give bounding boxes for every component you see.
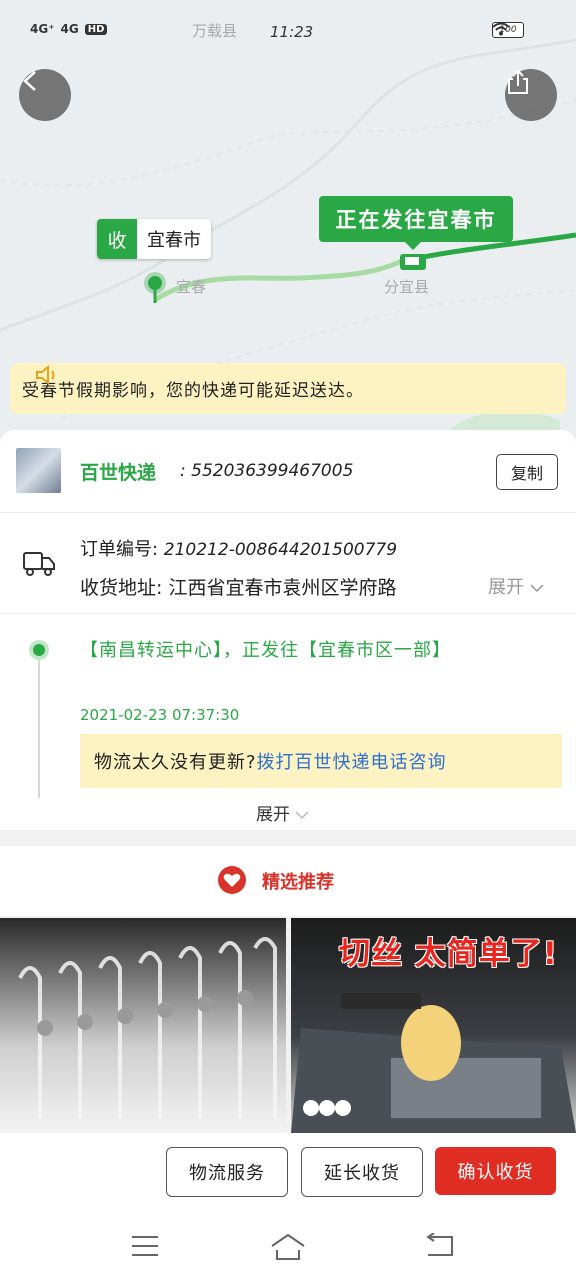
share-icon: [508, 69, 528, 94]
tracking-number: : 552036399467005: [180, 461, 353, 481]
map-label-wanzai: 万载县: [192, 22, 238, 40]
menu-icon[interactable]: [130, 1233, 160, 1259]
route-status-bubble: 正在发往宜春市: [319, 196, 513, 250]
destination-key: 收: [97, 219, 137, 259]
heart-shape: [223, 873, 241, 887]
address-expand-label: 展开: [488, 577, 524, 598]
destination-tag: 收 宜春市: [97, 219, 211, 259]
clock: 11:23: [270, 23, 314, 41]
wifi-icon: [492, 22, 510, 36]
signal-4g-plus: 4G⁺: [30, 22, 55, 36]
recommend-header: 精选推荐: [0, 846, 576, 916]
call-carrier-link[interactable]: 拨打百世快递电话咨询: [257, 748, 447, 774]
hint-text: 物流太久没有更新?: [94, 752, 257, 773]
shipment-card: 百世快递 : 552036399467005 复制 订单编号: 210212-0…: [0, 430, 576, 830]
home-icon[interactable]: [270, 1233, 306, 1261]
signal-4g: 4G: [60, 22, 79, 36]
carrier-name: 百世快递: [80, 462, 157, 484]
logistics-map[interactable]: 4G⁺ 4G HD 11:23 100 万载县 宜春 分宜县 收 宜春市 正在发…: [0, 0, 576, 460]
tracking-timeline-line: [38, 660, 40, 798]
destination-city: 宜春市: [137, 219, 211, 259]
share-button[interactable]: [505, 69, 557, 121]
no-update-hint: 物流太久没有更新? 拨打百世快递电话咨询: [80, 734, 562, 788]
tracking-number-value: 552036399467005: [191, 461, 354, 481]
map-label-yichun: 宜春: [176, 278, 207, 296]
extend-receipt-button[interactable]: 延长收货: [301, 1147, 423, 1197]
order-number-value: 210212-008644201500779: [163, 540, 398, 560]
chevron-left-icon: [23, 71, 36, 91]
product-thumbnail[interactable]: [16, 448, 61, 493]
tracking-expand-button[interactable]: 展开: [256, 800, 309, 825]
address-expand-button[interactable]: 展开: [488, 573, 544, 599]
chevron-down-icon: [295, 811, 309, 820]
tracking-expand-label: 展开: [256, 805, 290, 825]
slicer-caption: 切丝 太简单了!: [339, 936, 558, 972]
holiday-notice: 受春节假期影响，您的快递可能延迟送达。: [10, 363, 566, 414]
order-label: 订单编号:: [80, 539, 164, 560]
network-indicators: 4G⁺ 4G HD: [30, 22, 108, 36]
recommend-title: 精选推荐: [262, 872, 334, 893]
speaker-icon: [36, 364, 55, 386]
delivery-address: 收货地址: 江西省宜春市袁州区学府路: [80, 573, 396, 600]
hanger-product-image: [18, 937, 277, 1118]
tracking-prefix: :: [180, 461, 192, 481]
carrier-row: 百世快递 : 552036399467005 复制: [0, 430, 576, 513]
system-nav-bar: [0, 1215, 576, 1280]
truck-icon: [23, 552, 55, 576]
product-card-slicer[interactable]: 切丝 太简单了!: [291, 918, 576, 1133]
order-number: 订单编号: 210212-008644201500779: [80, 535, 397, 561]
latest-tracking-time: 2021-02-23 07:37:30: [80, 706, 240, 724]
product-card-hangers[interactable]: [0, 918, 286, 1133]
confirm-receipt-button[interactable]: 确认收货: [435, 1147, 556, 1195]
map-label-fenyi: 分宜县: [384, 278, 430, 296]
copy-button[interactable]: 复制: [496, 454, 558, 490]
action-bar: 物流服务 延长收货 确认收货: [0, 1133, 576, 1215]
status-bar: 4G⁺ 4G HD 11:23 100: [0, 0, 576, 64]
back-button[interactable]: [19, 69, 71, 121]
address-value: 江西省宜春市袁州区学府路: [168, 577, 397, 599]
back-nav-icon[interactable]: [424, 1233, 454, 1259]
chevron-down-icon: [530, 584, 544, 593]
latest-tracking-event: 【南昌转运中心】，正发往【宜春市区一部】: [80, 640, 451, 661]
logistics-service-button[interactable]: 物流服务: [166, 1147, 288, 1197]
heart-icon: [218, 866, 246, 894]
order-row: 订单编号: 210212-008644201500779 收货地址: 江西省宜春…: [0, 513, 576, 614]
hd-badge: HD: [84, 23, 108, 35]
address-label: 收货地址:: [80, 577, 169, 599]
tracking-status-dot: [29, 640, 49, 660]
notice-text: 受春节假期影响，您的快递可能延迟送达。: [22, 381, 364, 401]
